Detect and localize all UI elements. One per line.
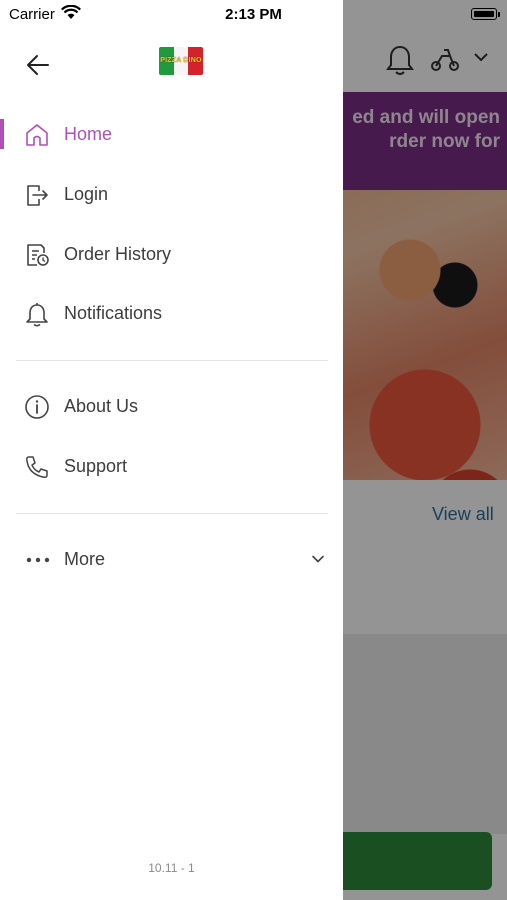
menu-item-label: Notifications <box>64 303 163 323</box>
divider <box>16 513 328 514</box>
drawer-header: PIZZA DINO <box>0 38 343 90</box>
battery-icon <box>471 8 497 20</box>
menu-item-label: Support <box>64 456 128 476</box>
back-arrow-icon[interactable] <box>24 51 52 79</box>
clock: 2:13 PM <box>225 6 282 23</box>
app-version: 10.11 - 1 <box>148 861 195 875</box>
battery-cap <box>498 12 500 17</box>
menu-item-notifications[interactable]: Notifications <box>0 286 343 342</box>
info-icon <box>25 395 49 419</box>
status-bar: Carrier 2:13 PM <box>0 0 507 30</box>
menu-item-more[interactable]: More <box>0 532 343 588</box>
menu-item-label: More <box>64 549 106 569</box>
menu-item-home[interactable]: Home <box>0 107 343 163</box>
restaurant-logo: PIZZA DINO <box>159 47 203 75</box>
menu-item-support[interactable]: Support <box>0 439 343 495</box>
more-dots-icon <box>26 557 50 563</box>
menu-item-label: Home <box>64 124 113 144</box>
phone-icon <box>26 456 48 478</box>
login-icon <box>27 185 48 206</box>
logo-text: PIZZA DINO <box>160 57 202 64</box>
menu-item-login[interactable]: Login <box>0 167 343 223</box>
chevron-down-icon[interactable] <box>311 552 325 566</box>
menu-item-order-history[interactable]: Order History <box>0 227 343 283</box>
menu-item-label: Login <box>64 184 109 204</box>
home-icon <box>26 124 48 146</box>
menu-item-about-us[interactable]: About Us <box>0 379 343 435</box>
menu-item-label: About Us <box>64 396 139 416</box>
bell-icon <box>26 303 48 327</box>
navigation-drawer: PIZZA DINO Home Login Order History Noti… <box>0 0 343 900</box>
menu-item-label: Order History <box>64 244 172 264</box>
order-history-icon <box>27 244 49 266</box>
divider <box>16 360 328 361</box>
active-indicator <box>0 119 4 149</box>
